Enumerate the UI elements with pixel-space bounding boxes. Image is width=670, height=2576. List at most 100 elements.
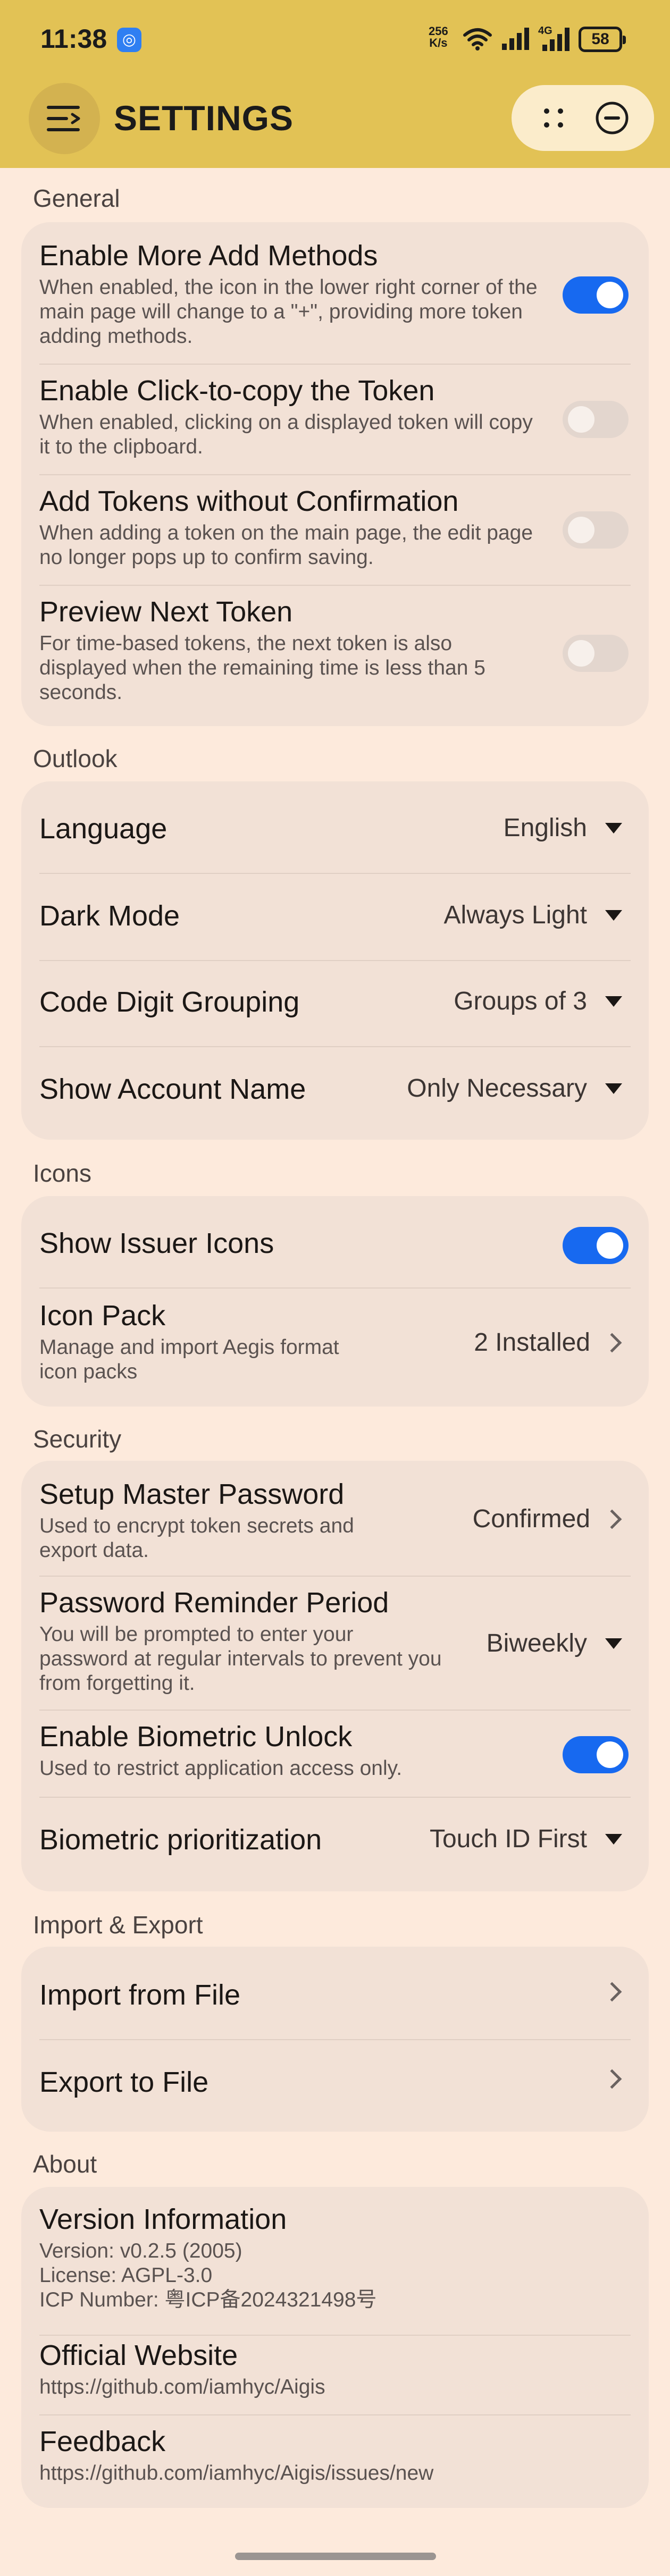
master-password-link[interactable]: Confirmed [472, 1504, 622, 1534]
section-label-import-export: Import & Export [33, 1911, 203, 1939]
setting-enable-more-add[interactable]: Enable More Add Methods When enabled, th… [39, 239, 649, 349]
dropdown-arrow-icon [605, 910, 622, 921]
menu-button[interactable] [29, 83, 100, 154]
dropdown-arrow-icon [605, 822, 622, 834]
website-url: https://github.com/iamhyc/Aigis [39, 2376, 325, 2398]
setting-add-without-confirm[interactable]: Add Tokens without Confirmation When add… [39, 485, 649, 570]
select-value: English [503, 814, 587, 842]
header-actions [512, 85, 654, 151]
setting-click-to-copy[interactable]: Enable Click-to-copy the Token When enab… [39, 374, 649, 459]
export-to-file[interactable]: Export to File [39, 2066, 649, 2099]
setting-title: Enable Biometric Unlock [39, 1721, 353, 1753]
minus-circle-icon [596, 102, 629, 134]
section-label-about: About [33, 2150, 97, 2178]
setting-desc: For time-based tokens, the next token is… [39, 632, 485, 704]
setting-title: Show Issuer Icons [39, 1227, 274, 1259]
setting-show-issuer[interactable]: Show Issuer Icons [39, 1227, 649, 1260]
chevron-right-icon [602, 2069, 622, 2089]
status-bar: 11:38 ◎ 256 K/s 4G 58 [0, 0, 670, 80]
reminder-period-select[interactable]: Biweekly [487, 1629, 622, 1658]
dropdown-arrow-icon [605, 1638, 622, 1649]
net-speed: 256 K/s [429, 24, 448, 49]
icp-line: ICP Number: 粤ICP备2024321498号 [39, 2288, 377, 2311]
section-label-general: General [33, 184, 120, 212]
setting-desc: When enabled, clicking on a displayed to… [39, 411, 533, 458]
license-line: License: AGPL-3.0 [39, 2264, 213, 2287]
toggle-preview-next[interactable] [563, 635, 629, 672]
import-from-file[interactable]: Import from File [39, 1979, 649, 2011]
setting-title: Feedback [39, 2426, 166, 2457]
official-website[interactable]: Official Website https://github.com/iamh… [39, 2339, 649, 2400]
setting-biometric-unlock[interactable]: Enable Biometric Unlock Used to restrict… [39, 1720, 649, 1781]
section-label-icons: Icons [33, 1159, 91, 1187]
section-label-security: Security [33, 1425, 122, 1453]
dropdown-arrow-icon [605, 1833, 622, 1845]
setting-desc: When adding a token on the main page, th… [39, 521, 533, 569]
more-options-button[interactable] [530, 94, 577, 142]
feedback[interactable]: Feedback https://github.com/iamhyc/Aigis… [39, 2425, 649, 2486]
toggle-show-issuer[interactable] [563, 1227, 629, 1264]
setting-desc: When enabled, the icon in the lower righ… [39, 276, 538, 348]
section-label-outlook: Outlook [33, 745, 118, 772]
signal-icon [502, 28, 529, 50]
close-button[interactable] [588, 94, 636, 142]
card-outlook: Language English Dark Mode Always Light … [21, 781, 649, 1140]
version-line: Version: v0.2.5 (2005) [39, 2240, 242, 2262]
wifi-icon [463, 28, 492, 50]
toggle-biometric-unlock[interactable] [563, 1736, 629, 1773]
account-name-select[interactable]: Only Necessary [407, 1074, 622, 1103]
setting-title: Preview Next Token [39, 596, 293, 628]
setting-desc: Used to restrict application access only… [39, 1757, 403, 1780]
select-value: Touch ID First [429, 1825, 587, 1853]
menu-icon [47, 106, 80, 131]
version-information[interactable]: Version Information Version: v0.2.5 (200… [39, 2203, 649, 2312]
setting-preview-next[interactable]: Preview Next Token For time-based tokens… [39, 595, 649, 705]
chevron-right-icon [602, 1333, 622, 1352]
card-general: Enable More Add Methods When enabled, th… [21, 222, 649, 726]
feedback-url: https://github.com/iamhyc/Aigis/issues/n… [39, 2462, 434, 2485]
select-value: Always Light [443, 901, 587, 929]
card-import-export: Import from File Export to File [21, 1947, 649, 2132]
toggle-enable-more-add[interactable] [563, 276, 629, 314]
setting-title: Enable Click-to-copy the Token [39, 375, 435, 407]
link-value: Confirmed [472, 1505, 590, 1533]
export-link[interactable] [602, 2069, 622, 2089]
card-about: Version Information Version: v0.2.5 (200… [21, 2187, 649, 2508]
battery-icon: 58 [579, 27, 626, 52]
status-time: 11:38 [40, 24, 107, 54]
select-value: Biweekly [486, 1629, 587, 1657]
select-value: Groups of 3 [454, 987, 587, 1015]
card-icons: Show Issuer Icons Icon Pack Manage and i… [21, 1196, 649, 1407]
notification-icon: ◎ [117, 28, 141, 52]
chevron-right-icon [602, 1509, 622, 1529]
setting-title: Add Tokens without Confirmation [39, 485, 459, 517]
chevron-right-icon [602, 1982, 622, 2002]
dots-grid-icon [544, 108, 563, 128]
svg-text:4G: 4G [538, 25, 552, 37]
import-link[interactable] [602, 1982, 622, 2002]
setting-desc: You will be prompted to enter your passw… [39, 1623, 442, 1695]
card-security: Setup Master Password Used to encrypt to… [21, 1461, 649, 1891]
home-indicator[interactable] [235, 2553, 436, 2560]
select-value: Only Necessary [407, 1074, 587, 1102]
page-title: SETTINGS [114, 98, 294, 138]
link-value: 2 Installed [474, 1328, 590, 1357]
biometric-priority-select[interactable]: Touch ID First [430, 1824, 622, 1854]
dropdown-arrow-icon [605, 1083, 622, 1094]
setting-title: Enable More Add Methods [39, 240, 378, 272]
language-select[interactable]: English [504, 813, 622, 843]
dark-mode-select[interactable]: Always Light [444, 900, 622, 930]
setting-title: Official Website [39, 2339, 238, 2371]
setting-title: Version Information [39, 2203, 287, 2235]
toggle-add-without-confirm[interactable] [563, 511, 629, 549]
dropdown-arrow-icon [605, 996, 622, 1007]
toggle-click-to-copy[interactable] [563, 401, 629, 438]
setting-title: Password Reminder Period [39, 1587, 389, 1619]
icon-pack-link[interactable]: 2 Installed [474, 1328, 622, 1357]
digit-grouping-select[interactable]: Groups of 3 [454, 987, 622, 1016]
setting-desc: Used to encrypt token secrets and export… [39, 1514, 354, 1562]
setting-title: Import from File [39, 1979, 241, 2011]
setting-desc: Manage and import Aegis format icon pack… [39, 1336, 339, 1383]
setting-title: Icon Pack [39, 1300, 166, 1332]
setting-title: Export to File [39, 2066, 209, 2098]
